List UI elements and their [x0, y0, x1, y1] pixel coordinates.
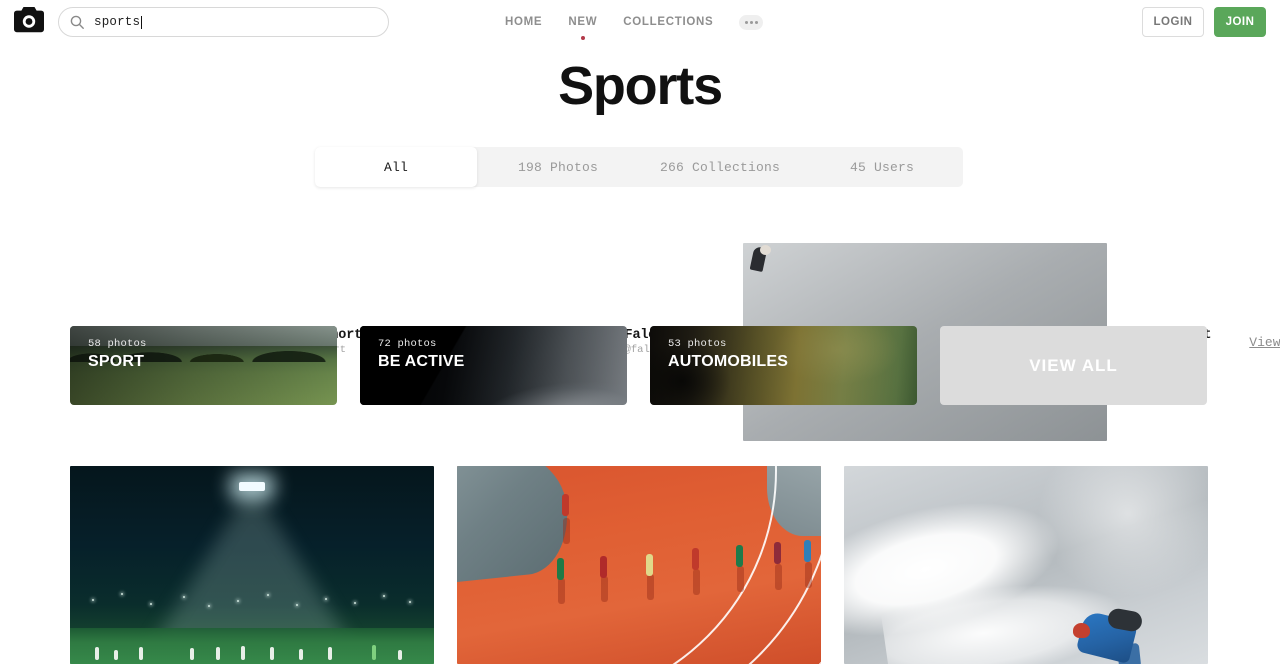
camera-logo-icon[interactable]: [14, 7, 44, 33]
tab-label: All: [383, 159, 408, 175]
runner: [774, 542, 781, 564]
photo-tile[interactable]: [457, 466, 821, 664]
photo-tile[interactable]: [70, 466, 434, 664]
tab-users[interactable]: 45 Users: [801, 147, 963, 187]
new-indicator-dot: [580, 36, 585, 40]
collection-card-automobiles[interactable]: 53 photos AUTOMOBILES: [650, 326, 917, 405]
page-title: Sports: [558, 56, 723, 116]
runner: [600, 556, 607, 578]
view-all-label: VIEW ALL: [1029, 355, 1118, 375]
collection-card-be-active[interactable]: 72 photos BE ACTIVE: [360, 326, 627, 405]
ellipsis-icon[interactable]: [739, 14, 764, 30]
collection-cards: 58 photos SPORT 72 photos BE ACTIVE 53 p…: [70, 326, 1208, 405]
collection-name: SPORT: [88, 353, 145, 370]
collection-name: BE ACTIVE: [378, 353, 465, 370]
collections-view-all-card[interactable]: VIEW ALL: [940, 326, 1207, 405]
collection-photo-count: 58 photos: [88, 338, 147, 350]
collection-photo-count: 53 photos: [668, 338, 727, 350]
skier-helmet: [1073, 623, 1090, 638]
auth-buttons: LOGIN JOIN: [1142, 7, 1266, 37]
collection-name: AUTOMOBILES: [668, 353, 789, 370]
tab-label: 266 Collections: [659, 159, 781, 175]
result-tabs: All 198 Photos 266 Collections 45 Users: [315, 147, 963, 187]
runner: [646, 554, 653, 576]
nav-label: COLLECTIONS: [623, 16, 714, 28]
players: [70, 628, 434, 662]
search-input-value[interactable]: sports: [94, 15, 140, 29]
runner: [736, 545, 743, 567]
nav-label: NEW: [568, 16, 598, 28]
tab-photos[interactable]: 198 Photos: [477, 147, 639, 187]
users-view-all-link[interactable]: View all: [1249, 335, 1280, 350]
join-button[interactable]: JOIN: [1214, 7, 1266, 37]
tab-label: 198 Photos: [517, 159, 598, 175]
login-button[interactable]: LOGIN: [1142, 7, 1204, 37]
photo-tile[interactable]: [844, 466, 1208, 664]
distant-lights: [70, 591, 434, 613]
photo-grid: [70, 466, 1208, 664]
search-icon: [70, 15, 84, 29]
nav-item-new[interactable]: NEW: [568, 12, 598, 40]
tab-all[interactable]: All: [315, 147, 477, 187]
runner: [557, 558, 564, 580]
tab-collections[interactable]: 266 Collections: [639, 147, 801, 187]
collection-photo-count: 72 photos: [378, 338, 437, 350]
site-header: sports HOME NEW COLLECTIONS LOGIN JOIN: [0, 0, 1280, 44]
tab-label: 45 Users: [849, 159, 914, 175]
runner: [562, 494, 569, 516]
main-nav: HOME NEW COLLECTIONS: [505, 0, 764, 44]
nav-item-collections[interactable]: COLLECTIONS: [623, 12, 713, 32]
page-root: sports HOME NEW COLLECTIONS LOGIN JOIN S…: [0, 0, 1280, 664]
collection-card-sport[interactable]: 58 photos SPORT: [70, 326, 337, 405]
nav-item-home[interactable]: HOME: [505, 12, 542, 32]
search-bar[interactable]: sports: [58, 7, 389, 37]
nav-label: HOME: [505, 16, 543, 28]
runner: [692, 548, 699, 570]
runner: [804, 540, 811, 562]
floodlight-lamp: [239, 482, 265, 491]
text-caret: [141, 15, 143, 29]
